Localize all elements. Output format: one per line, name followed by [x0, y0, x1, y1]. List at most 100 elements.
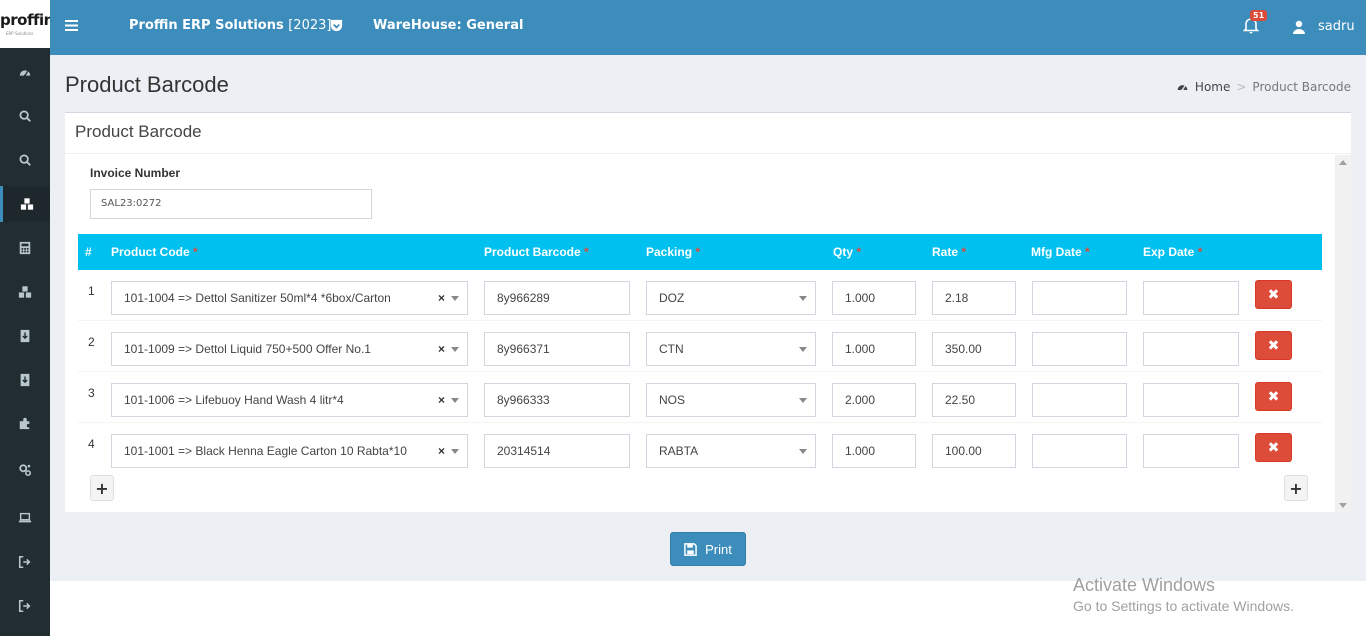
- sidebar-item-search-2[interactable]: [0, 142, 50, 178]
- product-code-select[interactable]: 101-1001 => Black Henna Eagle Carton 10 …: [111, 434, 468, 468]
- breadcrumb-home[interactable]: Home: [1176, 80, 1230, 94]
- sidebar-item-plugins[interactable]: [0, 405, 50, 441]
- product-barcode-input[interactable]: 20314514: [484, 434, 630, 468]
- product-barcode-input[interactable]: 8y966289: [484, 281, 630, 315]
- sidebar-item-sign-out-2[interactable]: [0, 588, 50, 624]
- plus-icon: +: [1289, 478, 1303, 498]
- product-barcode-box: Product Barcode Invoice Number SAL23:027…: [65, 112, 1351, 513]
- add-row-button-left[interactable]: +: [90, 475, 114, 501]
- packing-select[interactable]: DOZ: [646, 281, 816, 315]
- cogs-icon: [19, 464, 32, 477]
- sidebar-item-inventory[interactable]: [0, 274, 50, 310]
- scroll-up-icon[interactable]: [1339, 160, 1347, 165]
- product-code-select[interactable]: 101-1009 => Dettol Liquid 750+500 Offer …: [111, 332, 468, 366]
- box-scrollbar[interactable]: [1335, 155, 1351, 513]
- rate-input[interactable]: 350.00: [932, 332, 1016, 366]
- clear-icon[interactable]: ×: [438, 384, 445, 416]
- exp-date-input[interactable]: [1143, 383, 1239, 417]
- page-title: Product Barcode: [65, 72, 229, 97]
- chevron-down-icon: [799, 347, 807, 352]
- delete-row-button[interactable]: ✖: [1255, 433, 1292, 462]
- invoice-number-label: Invoice Number: [90, 166, 181, 180]
- chevron-down-icon: [799, 398, 807, 403]
- close-icon: ✖: [1267, 337, 1280, 354]
- packing-select[interactable]: NOS: [646, 383, 816, 417]
- watermark-title: Activate Windows: [1073, 575, 1216, 595]
- breadcrumb-separator: >: [1236, 80, 1247, 94]
- mfg-date-input[interactable]: [1032, 383, 1127, 417]
- cubes-icon: [18, 286, 32, 298]
- sidebar-item-products[interactable]: [0, 186, 50, 222]
- product-code-value: 101-1009 => Dettol Liquid 750+500 Offer …: [124, 342, 371, 356]
- sidebar-item-devices[interactable]: [0, 500, 50, 536]
- clear-icon[interactable]: ×: [438, 282, 445, 314]
- sidebar-item-calculator[interactable]: [0, 230, 50, 266]
- product-barcode-input[interactable]: 8y966371: [484, 332, 630, 366]
- search-icon: [19, 154, 31, 166]
- exp-date-input[interactable]: [1143, 281, 1239, 315]
- packing-value: DOZ: [659, 291, 685, 305]
- table-row: 3 101-1006 => Lifebuoy Hand Wash 4 litr*…: [78, 372, 1322, 423]
- user-menu[interactable]: sadru: [1318, 19, 1355, 34]
- clear-icon[interactable]: ×: [438, 435, 445, 467]
- sidebar-item-search-1[interactable]: [0, 98, 50, 134]
- product-code-select[interactable]: 101-1004 => Dettol Sanitizer 50ml*4 *6bo…: [111, 281, 468, 315]
- scroll-down-icon[interactable]: [1339, 503, 1347, 508]
- row-number: 2: [88, 335, 95, 349]
- exp-date-input[interactable]: [1143, 434, 1239, 468]
- qty-input[interactable]: 1.000: [832, 434, 916, 468]
- mfg-date-input[interactable]: [1032, 332, 1127, 366]
- qty-input[interactable]: 2.000: [832, 383, 916, 417]
- product-code-value: 101-1006 => Lifebuoy Hand Wash 4 litr*4: [124, 393, 344, 407]
- rate-input[interactable]: 100.00: [932, 434, 1016, 468]
- invoice-number-input[interactable]: SAL23:0272: [90, 189, 372, 219]
- chevron-down-icon: [451, 296, 459, 301]
- sidebar-item-download-2[interactable]: [0, 362, 50, 398]
- packing-select[interactable]: RABTA: [646, 434, 816, 468]
- print-button[interactable]: Print: [670, 532, 746, 566]
- delete-row-button[interactable]: ✖: [1255, 331, 1292, 360]
- col-header-product-barcode: Product Barcode *: [484, 245, 589, 259]
- breadcrumb-current: Product Barcode: [1252, 80, 1351, 94]
- packing-value: NOS: [659, 393, 686, 407]
- product-code-value: 101-1004 => Dettol Sanitizer 50ml*4 *6bo…: [124, 291, 391, 305]
- mfg-date-input[interactable]: [1032, 281, 1127, 315]
- rate-input[interactable]: 22.50: [932, 383, 1016, 417]
- sidebar-item-settings[interactable]: [0, 452, 50, 488]
- sidebar-item-sign-out-1[interactable]: [0, 544, 50, 580]
- qty-input[interactable]: 1.000: [832, 281, 916, 315]
- breadcrumb: Home > Product Barcode: [1176, 80, 1351, 94]
- close-icon: ✖: [1267, 388, 1280, 405]
- table-row: 4 101-1001 => Black Henna Eagle Carton 1…: [78, 423, 1322, 474]
- product-code-select[interactable]: 101-1006 => Lifebuoy Hand Wash 4 litr*4 …: [111, 383, 468, 417]
- hamburger-menu-icon[interactable]: [65, 19, 78, 32]
- mfg-date-input[interactable]: [1032, 434, 1127, 468]
- exp-date-input[interactable]: [1143, 332, 1239, 366]
- product-barcode-input[interactable]: 8y966333: [484, 383, 630, 417]
- table-row: 1 101-1004 => Dettol Sanitizer 50ml*4 *6…: [78, 270, 1322, 321]
- packing-value: RABTA: [659, 444, 699, 458]
- sign-out-icon: [18, 599, 31, 613]
- notification-badge: 51: [1250, 10, 1268, 21]
- delete-row-button[interactable]: ✖: [1255, 382, 1292, 411]
- dashboard-icon: [1177, 84, 1188, 91]
- clear-icon[interactable]: ×: [438, 333, 445, 365]
- delete-row-button[interactable]: ✖: [1255, 280, 1292, 309]
- sidebar-item-download-1[interactable]: [0, 318, 50, 354]
- packing-select[interactable]: CTN: [646, 332, 816, 366]
- rate-input[interactable]: 2.18: [932, 281, 1016, 315]
- calculator-icon: [19, 241, 31, 255]
- chevron-down-icon: [451, 398, 459, 403]
- app-name: Proffin ERP Solutions: [129, 18, 284, 33]
- sidebar-item-dashboard[interactable]: [0, 55, 50, 91]
- col-header-num: #: [85, 245, 92, 259]
- puzzle-icon: [19, 417, 30, 430]
- chevron-down-icon: [451, 347, 459, 352]
- warehouse-selector[interactable]: WareHouse: General: [373, 18, 523, 33]
- shield-icon[interactable]: [329, 18, 344, 33]
- product-code-value: 101-1001 => Black Henna Eagle Carton 10 …: [124, 444, 407, 458]
- brand-logo[interactable]: proffin ERP Solutions: [0, 0, 50, 48]
- box-title: Product Barcode: [75, 122, 202, 141]
- qty-input[interactable]: 1.000: [832, 332, 916, 366]
- add-row-button-right[interactable]: +: [1284, 475, 1308, 501]
